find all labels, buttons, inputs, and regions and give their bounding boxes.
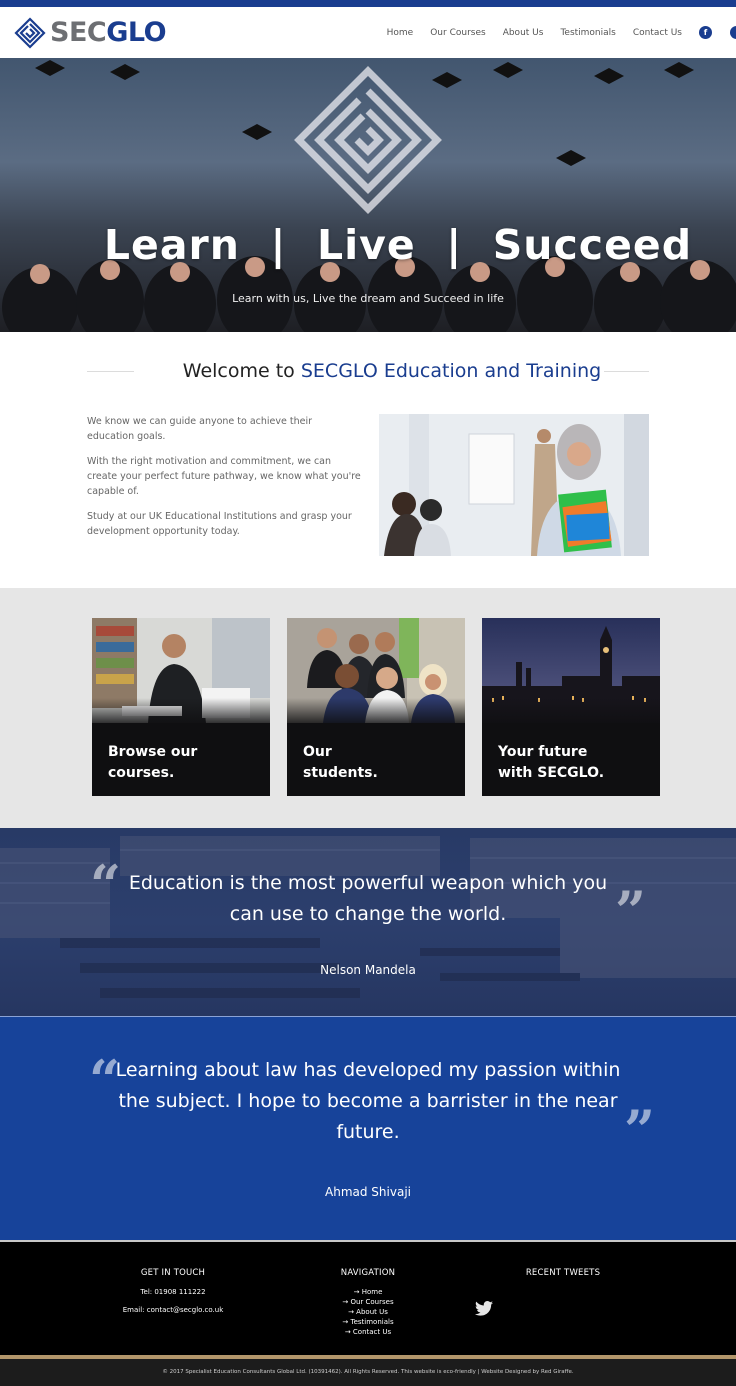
card-gradient bbox=[482, 698, 660, 728]
hero-subtitle: Learn with us, Live the dream and Succee… bbox=[232, 292, 504, 305]
grad-cap-icon bbox=[110, 64, 140, 80]
grad-cap-icon bbox=[556, 150, 586, 166]
twitter-bird-icon[interactable] bbox=[475, 1301, 493, 1316]
nav-testimonials[interactable]: Testimonials bbox=[560, 28, 615, 38]
nav-contact-us[interactable]: Contact Us bbox=[633, 28, 682, 38]
quote-author: Ahmad Shivaji bbox=[325, 1185, 411, 1199]
nav-our-courses[interactable]: Our Courses bbox=[430, 28, 485, 38]
grad-cap-icon bbox=[594, 68, 624, 84]
twitter-icon[interactable] bbox=[730, 26, 736, 39]
legal-bar: © 2017 Specialist Education Consultants … bbox=[0, 1359, 736, 1386]
quote-testimonial: “ ” Learning about law has developed my … bbox=[0, 1016, 736, 1240]
quote-line: the subject. I hope to become a barriste… bbox=[118, 1090, 618, 1112]
welcome-paragraph: We know we can guide anyone to achieve t… bbox=[87, 416, 313, 442]
feature-cards: Browse our courses. Our students. Your f… bbox=[0, 588, 736, 828]
future-with-secglo-card[interactable]: Your future with SECGLO. bbox=[482, 618, 660, 796]
card-label: Browse our courses. bbox=[108, 744, 198, 781]
footer-heading: NAVIGATION bbox=[340, 1268, 396, 1278]
grad-cap-icon bbox=[242, 124, 272, 140]
card-label: Your future with SECGLO. bbox=[498, 744, 605, 781]
secglo-diamond-watermark bbox=[294, 66, 442, 214]
footer-tweets: RECENT TWEETS bbox=[475, 1268, 623, 1316]
main-nav: Home Our Courses About Us Testimonials C… bbox=[387, 7, 736, 58]
student-photo bbox=[379, 414, 649, 556]
welcome-paragraph: With the right motivation and commitment… bbox=[87, 456, 361, 497]
footer-nav-home[interactable]: → Home bbox=[308, 1287, 428, 1297]
hero-banner: Learn | Live | Succeed Learn with us, Li… bbox=[0, 58, 736, 332]
top-accent-bar bbox=[0, 0, 736, 7]
classroom-student-image bbox=[379, 414, 649, 556]
welcome-section: Welcome to SECGLO Education and Training… bbox=[0, 332, 736, 588]
quote-mandela: “ ” Education is the most powerful weapo… bbox=[0, 828, 736, 1016]
logo-mark-icon bbox=[14, 17, 46, 49]
quote-text: Education is the most powerful weapon wh… bbox=[0, 868, 736, 930]
grad-cap-icon bbox=[35, 60, 65, 76]
site-logo[interactable]: SECGLO bbox=[14, 16, 167, 50]
nav-about-us[interactable]: About Us bbox=[503, 28, 544, 38]
quote-text: Learning about law has developed my pass… bbox=[0, 1055, 736, 1148]
footer-nav-about-us[interactable]: → About Us bbox=[308, 1307, 428, 1317]
welcome-heading: Welcome to SECGLO Education and Training bbox=[0, 360, 736, 382]
quote-line: can use to change the world. bbox=[229, 903, 507, 925]
welcome-heading-prefix: Welcome to bbox=[182, 360, 301, 382]
card-label: Our students. bbox=[303, 744, 378, 781]
grad-cap-icon bbox=[664, 62, 694, 78]
grad-cap-icon bbox=[493, 62, 523, 78]
welcome-copy: We know we can guide anyone to achieve t… bbox=[87, 414, 362, 549]
nav-home[interactable]: Home bbox=[387, 28, 414, 38]
hero-title: Learn | Live | Succeed bbox=[103, 221, 693, 269]
footer-phone[interactable]: Tel: 01908 111222 bbox=[103, 1287, 243, 1297]
footer-nav-testimonials[interactable]: → Testimonials bbox=[308, 1317, 428, 1327]
quote-line: future. bbox=[336, 1121, 400, 1143]
logo-wordmark-glo: GLO bbox=[106, 17, 167, 48]
footer-heading: GET IN TOUCH bbox=[140, 1268, 206, 1278]
card-gradient bbox=[92, 698, 270, 728]
welcome-heading-brand: SECGLO Education and Training bbox=[300, 360, 602, 382]
quote-line: Learning about law has developed my pass… bbox=[115, 1059, 621, 1081]
site-header: SECGLO Home Our Courses About Us Testimo… bbox=[0, 7, 736, 58]
welcome-paragraph: Study at our UK Educational Institutions… bbox=[87, 511, 352, 537]
footer-nav-contact-us[interactable]: → Contact Us bbox=[308, 1327, 428, 1337]
logo-wordmark: SECGLO bbox=[50, 16, 167, 50]
footer-email[interactable]: Email: contact@secglo.co.uk bbox=[103, 1305, 243, 1315]
card-gradient bbox=[287, 698, 465, 728]
footer-navigation: NAVIGATION → Home → Our Courses → About … bbox=[308, 1268, 428, 1337]
logo-wordmark-sec: SEC bbox=[50, 17, 107, 48]
browse-courses-card[interactable]: Browse our courses. bbox=[92, 618, 270, 796]
facebook-icon[interactable]: f bbox=[699, 26, 712, 39]
footer-contact: GET IN TOUCH Tel: 01908 111222 Email: co… bbox=[103, 1268, 243, 1315]
quote-line: Education is the most powerful weapon wh… bbox=[128, 872, 608, 894]
quote-author: Nelson Mandela bbox=[320, 963, 416, 977]
site-footer: GET IN TOUCH Tel: 01908 111222 Email: co… bbox=[0, 1240, 736, 1356]
footer-nav-our-courses[interactable]: → Our Courses bbox=[308, 1297, 428, 1307]
our-students-card[interactable]: Our students. bbox=[287, 618, 465, 796]
footer-heading: RECENT TWEETS bbox=[525, 1268, 601, 1278]
